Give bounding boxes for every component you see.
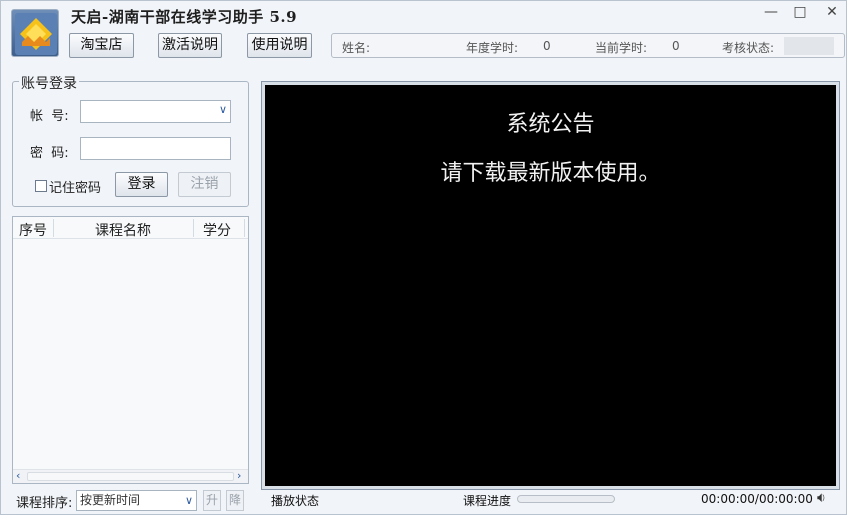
maximize-button[interactable]: □	[788, 3, 812, 21]
password-label: 密 码:	[30, 146, 69, 161]
speaker-icon[interactable]: 🔉︎	[817, 490, 826, 506]
login-button[interactable]: 登录	[115, 172, 168, 197]
play-status-label: 播放状态	[271, 494, 320, 508]
activation-help-button[interactable]: 激活说明	[158, 33, 222, 58]
audit-status-value	[784, 37, 834, 55]
course-progress-label: 课程进度	[463, 494, 512, 508]
account-combo[interactable]: ∨	[80, 100, 231, 123]
chevron-down-icon[interactable]: ∨	[185, 491, 193, 510]
app-window: 天启-湖南干部在线学习助手 5.9 — □ ✕ 淘宝店 激活说明 使用说明 姓名…	[0, 0, 847, 515]
chevron-down-icon[interactable]: ∨	[219, 103, 227, 116]
audit-status-label: 考核状态:	[722, 41, 775, 55]
column-header-index[interactable]: 序号	[19, 220, 47, 240]
login-group: 账号登录 帐 号: ∨ 密 码: 记住密码 登录 注销	[12, 73, 249, 207]
sort-label: 课程排序:	[16, 496, 73, 511]
remember-password-label[interactable]: 记住密码	[49, 177, 101, 196]
name-label: 姓名:	[342, 41, 371, 55]
column-divider	[53, 219, 54, 237]
user-status-bar: 姓名: 年度学时: 0 当前学时: 0 考核状态:	[331, 33, 845, 58]
notice-body: 请下载最新版本使用。	[440, 161, 661, 186]
player-screen[interactable]: 系统公告 请下载最新版本使用。	[265, 85, 836, 486]
sort-ascending-button[interactable]: 升	[203, 490, 221, 511]
logo-icon	[15, 13, 57, 55]
taobao-button[interactable]: 淘宝店	[69, 33, 134, 58]
close-button[interactable]: ✕	[820, 3, 844, 21]
year-hours-label: 年度学时:	[466, 41, 519, 55]
scrollbar-thumb[interactable]	[27, 472, 234, 481]
column-divider	[193, 219, 194, 237]
current-hours-label: 当前学时:	[595, 41, 648, 55]
year-hours-value: 0	[543, 39, 551, 53]
column-header-course-name[interactable]: 课程名称	[95, 220, 151, 240]
horizontal-scrollbar[interactable]: ‹ ›	[13, 469, 248, 483]
logout-button[interactable]: 注销	[178, 172, 231, 197]
sort-select[interactable]: 按更新时间 ∨	[76, 490, 197, 511]
sort-descending-button[interactable]: 降	[226, 490, 244, 511]
current-hours-value: 0	[672, 39, 680, 53]
app-logo	[11, 9, 59, 57]
column-divider	[244, 219, 245, 237]
account-label: 帐 号:	[30, 109, 69, 124]
password-field[interactable]	[80, 137, 231, 160]
sort-selected-value: 按更新时间	[80, 493, 141, 507]
course-list-header: 序号 课程名称 学分	[13, 217, 248, 239]
notice-title: 系统公告	[506, 112, 595, 137]
scroll-right-icon[interactable]: ›	[237, 469, 241, 482]
play-time: 00:00:00/00:00:00	[701, 492, 813, 506]
course-progress-bar	[517, 495, 615, 503]
minimize-button[interactable]: —	[759, 3, 783, 21]
remember-password-checkbox[interactable]	[35, 180, 47, 192]
player-status-bar: 播放状态 课程进度 00:00:00/00:00:00 🔉︎	[263, 490, 840, 511]
column-header-credits[interactable]: 学分	[203, 220, 231, 240]
course-list[interactable]: 序号 课程名称 学分 ‹ ›	[12, 216, 249, 484]
login-group-title: 账号登录	[19, 73, 79, 93]
usage-help-button[interactable]: 使用说明	[247, 33, 312, 58]
app-title: 天启-湖南干部在线学习助手 5.9	[71, 8, 298, 26]
scroll-left-icon[interactable]: ‹	[16, 469, 20, 482]
